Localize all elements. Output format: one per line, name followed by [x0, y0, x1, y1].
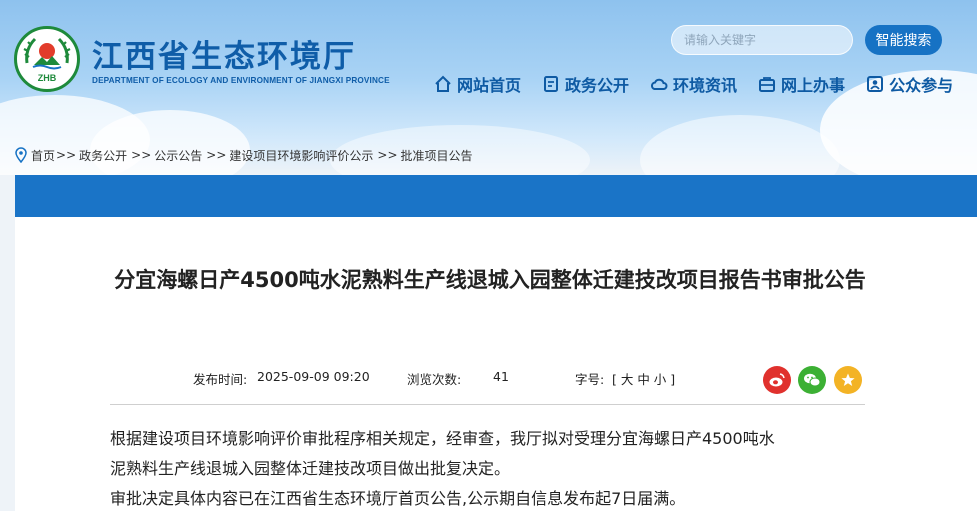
- cloud-decoration: [640, 115, 840, 175]
- views-label: 浏览次数:: [407, 372, 462, 387]
- nav-label: 网站首页: [457, 76, 522, 95]
- nav-item-government-affairs[interactable]: 政务公开: [542, 72, 629, 96]
- views-count: 41: [493, 369, 509, 384]
- briefcase-icon: [759, 77, 776, 92]
- favorite-icon: [841, 373, 855, 386]
- publish-time-label: 发布时间:: [193, 372, 248, 387]
- breadcrumb-approved-projects[interactable]: 批准项目公告: [401, 147, 473, 164]
- nav-label: 政务公开: [565, 76, 630, 95]
- nav-label: 环境资讯: [673, 76, 738, 95]
- share-wechat-button[interactable]: [798, 366, 826, 394]
- breadcrumb-separator: >>: [377, 148, 398, 162]
- font-size-switcher[interactable]: [ 大 中 小 ]: [612, 369, 675, 388]
- site-subtitle: DEPARTMENT OF ECOLOGY AND ENVIRONMENT OF…: [92, 76, 390, 85]
- nav-item-environment-news[interactable]: 环境资讯: [650, 72, 737, 96]
- breadcrumb-separator: >>: [206, 148, 227, 162]
- breadcrumb-government-affairs[interactable]: 政务公开: [79, 147, 127, 164]
- search-input[interactable]: [671, 25, 853, 55]
- site-header: ZHB 江西省生态环境厅 DEPARTMENT OF ECOLOGY AND E…: [0, 0, 977, 175]
- article-paragraph: 审批决定具体内容已在江西省生态环境厅首页公告,公示期自信息发布起7日届满。: [110, 489, 686, 508]
- document-icon: [544, 76, 559, 92]
- svg-text:ZHB: ZHB: [38, 73, 57, 83]
- site-title[interactable]: 江西省生态环境厅: [92, 31, 356, 76]
- logo-emblem-icon: ZHB: [23, 37, 71, 83]
- share-weibo-button[interactable]: [763, 366, 791, 394]
- people-icon: [867, 76, 884, 92]
- content-header-band: [15, 175, 977, 217]
- home-icon: [435, 75, 451, 92]
- article-paragraph: 泥熟料生产线退城入园整体迁建技改项目做出批复决定。: [110, 459, 511, 478]
- title-divider: [110, 404, 865, 405]
- location-pin-icon: [15, 147, 27, 163]
- nav-label: 网上办事: [781, 76, 846, 95]
- logo[interactable]: ZHB: [14, 26, 80, 92]
- share-favorite-button[interactable]: [834, 366, 862, 394]
- breadcrumb-home[interactable]: 首页: [31, 147, 55, 164]
- cloud-icon: [651, 78, 668, 90]
- breadcrumb-announcements[interactable]: 公示公告: [154, 147, 202, 164]
- smart-search-button[interactable]: 智能搜索: [865, 25, 942, 55]
- breadcrumb-eia-publicity[interactable]: 建设项目环境影响评价公示: [229, 147, 373, 164]
- weibo-icon: [769, 373, 785, 387]
- nav-item-public-participation[interactable]: 公众参与: [866, 72, 953, 96]
- article-title: 分宜海螺日产4500吨水泥熟料生产线退城入园整体迁建技改项目报告书审批公告: [114, 268, 866, 292]
- breadcrumb: 首页 >> 政务公开 >> 公示公告 >> 建设项目环境影响评价公示 >> 批准…: [14, 146, 473, 164]
- publish-time-value: 2025-09-09 09:20: [257, 369, 370, 384]
- article-paragraph: 根据建设项目环境影响评价审批程序相关规定，经审查，我厅拟对受理分宜海螺日产450…: [110, 429, 775, 448]
- nav-item-home[interactable]: 网站首页: [434, 72, 521, 96]
- font-size-label: 字号:: [575, 372, 605, 387]
- nav-label: 公众参与: [889, 76, 954, 95]
- wechat-icon: [804, 373, 821, 387]
- nav-item-online-services[interactable]: 网上办事: [758, 72, 845, 96]
- main-nav: 网站首页 政务公开 环境资讯 网上办事 公众参与: [434, 72, 953, 96]
- breadcrumb-separator: >>: [131, 148, 152, 162]
- breadcrumb-separator: >>: [56, 148, 77, 162]
